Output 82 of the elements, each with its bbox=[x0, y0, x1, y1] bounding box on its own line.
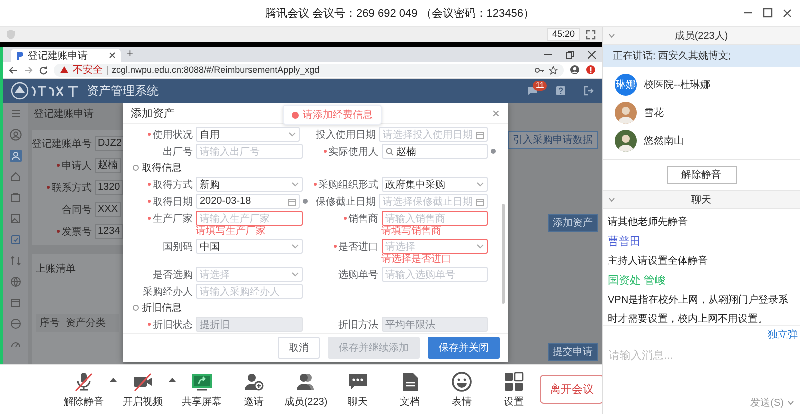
error-message: 请填写销售商 bbox=[382, 226, 442, 237]
error-message: 请选择是否进口 bbox=[382, 254, 452, 265]
section-title: 取得信息 bbox=[142, 162, 182, 175]
field-label: 申请人 bbox=[62, 160, 92, 172]
dialog-title: 添加资产 bbox=[131, 106, 175, 120]
avatar: 琳娜 bbox=[615, 74, 637, 96]
field-label: 出厂号 bbox=[163, 146, 193, 158]
new-tab-button[interactable]: + bbox=[127, 48, 134, 61]
field-label: 折旧方法 bbox=[338, 318, 378, 332]
field-label: 联系方式 bbox=[52, 182, 92, 194]
error-message: 请填写生产厂家 bbox=[196, 226, 267, 237]
browser-tab[interactable]: 登记建账申请 bbox=[11, 49, 121, 62]
toolbar-button[interactable]: 共享屏幕 bbox=[176, 370, 228, 408]
meeting-timer: 45:20 bbox=[547, 28, 580, 41]
address-bar[interactable]: 不安全 zcgl.nwpu.edu.cn:8088/#/ReimbursementApply_xgd bbox=[54, 64, 564, 76]
member-item[interactable]: 雪花 bbox=[615, 102, 800, 124]
search-field[interactable]: 赵楠 bbox=[382, 144, 488, 159]
message-text: 请其他老师先静音 bbox=[608, 216, 689, 229]
popout-link[interactable]: 独立弹 bbox=[768, 328, 798, 342]
leave-button[interactable]: 离开会议 bbox=[540, 375, 604, 404]
field-label: 销售商 bbox=[348, 212, 378, 226]
input-field: 1320 bbox=[95, 180, 124, 195]
message-text: VPN是指在校外上网，从翱翔门户登录系 bbox=[608, 294, 790, 307]
field-label: 投入使用日期 bbox=[316, 128, 376, 142]
member-item[interactable]: 悠然南山 bbox=[615, 130, 800, 152]
message-text: 时才需要设置，校内上网不用设置。 bbox=[608, 312, 769, 325]
field-label: 实际使用人 bbox=[328, 146, 378, 158]
select-field[interactable]: 自用 bbox=[196, 127, 300, 142]
error-toast: 请添加经费信息 bbox=[283, 105, 382, 125]
toolbar-button[interactable]: 聊天 bbox=[332, 370, 384, 408]
toolbar-button[interactable]: 开启视频 bbox=[117, 370, 169, 408]
input-field: 赵楠 bbox=[95, 158, 121, 173]
dialog-button[interactable]: 取消 bbox=[278, 337, 320, 359]
section-title: 折旧信息 bbox=[142, 302, 182, 315]
message-sender: 曹普田 bbox=[608, 234, 642, 249]
input-field: XXX bbox=[95, 202, 122, 217]
toolbar-button[interactable]: 文档 bbox=[384, 370, 436, 408]
speaking-banner: 正在讲话: 西安久其姚博文; bbox=[603, 45, 800, 67]
message-sender: 国资处 管峻 bbox=[608, 274, 668, 288]
unmute-all-button[interactable]: 解除静音 bbox=[666, 166, 736, 184]
input-field: DJZ2 bbox=[95, 136, 125, 151]
page-title: 登记建账申请 bbox=[33, 108, 95, 122]
action-button[interactable]: 添加资产 bbox=[548, 214, 598, 232]
field-label: 国别码 bbox=[163, 240, 193, 254]
field-label: 是否进口 bbox=[338, 240, 378, 254]
input-field: 1234 bbox=[95, 224, 124, 239]
select-field[interactable]: 中国 bbox=[196, 239, 302, 254]
field-label: 生产厂家 bbox=[153, 212, 193, 226]
section-title: 上账清单 bbox=[36, 262, 77, 276]
message-text: 主持人请设置全体静音 bbox=[608, 254, 709, 268]
notification-badge: 11 bbox=[533, 81, 548, 91]
toolbar-button[interactable]: 表情 bbox=[436, 370, 488, 408]
member-item[interactable]: 琳娜 校医院--杜琳娜 bbox=[615, 74, 800, 96]
toolbar-button[interactable]: 邀请 bbox=[228, 370, 280, 408]
select-field[interactable]: 政府集中采购 bbox=[382, 177, 488, 192]
section-header: 成员(223人) bbox=[674, 30, 730, 42]
field-label: 折旧状态 bbox=[153, 318, 193, 332]
field-label: 使用状况 bbox=[153, 128, 193, 142]
submit-button[interactable]: 提交申请 bbox=[548, 343, 598, 361]
column-header: 资产分类 bbox=[66, 316, 106, 330]
field-label: 登记建账单号 bbox=[32, 138, 92, 150]
toolbar-button[interactable]: 成员(223) bbox=[280, 370, 332, 408]
field-label: 取得日期 bbox=[153, 196, 193, 208]
field-label: 采购组织形式 bbox=[318, 178, 378, 192]
field-label: 采购经办人 bbox=[143, 286, 193, 298]
column-header: 序号 bbox=[40, 316, 60, 330]
field-label: 是否选购 bbox=[153, 268, 193, 282]
field-label: 发票号 bbox=[62, 226, 92, 238]
security-warning: 不安全 bbox=[73, 64, 103, 77]
dialog-button[interactable]: 保存并关闭 bbox=[428, 337, 500, 359]
field-label: 取得方式 bbox=[153, 178, 193, 192]
field-label: 选购单号 bbox=[338, 268, 378, 282]
section-header: 聊天 bbox=[690, 194, 712, 206]
url-text: zcgl.nwpu.edu.cn:8088/#/ReimbursementApply_xgd bbox=[112, 65, 321, 75]
field-label: 合同号 bbox=[62, 204, 92, 216]
field-label: 保修截止日期 bbox=[316, 196, 376, 208]
meeting-title: 腾讯会议 会议号：269 692 049 （会议密码：123456） bbox=[266, 6, 534, 20]
toolbar-button[interactable]: 解除静音 bbox=[58, 370, 110, 408]
select-field[interactable]: 新购 bbox=[196, 177, 302, 192]
date-field[interactable]: 2020-03-18 bbox=[196, 194, 300, 209]
app-title: 资产管理系统 bbox=[87, 82, 159, 100]
toolbar-button[interactable]: 设置 bbox=[488, 370, 540, 408]
